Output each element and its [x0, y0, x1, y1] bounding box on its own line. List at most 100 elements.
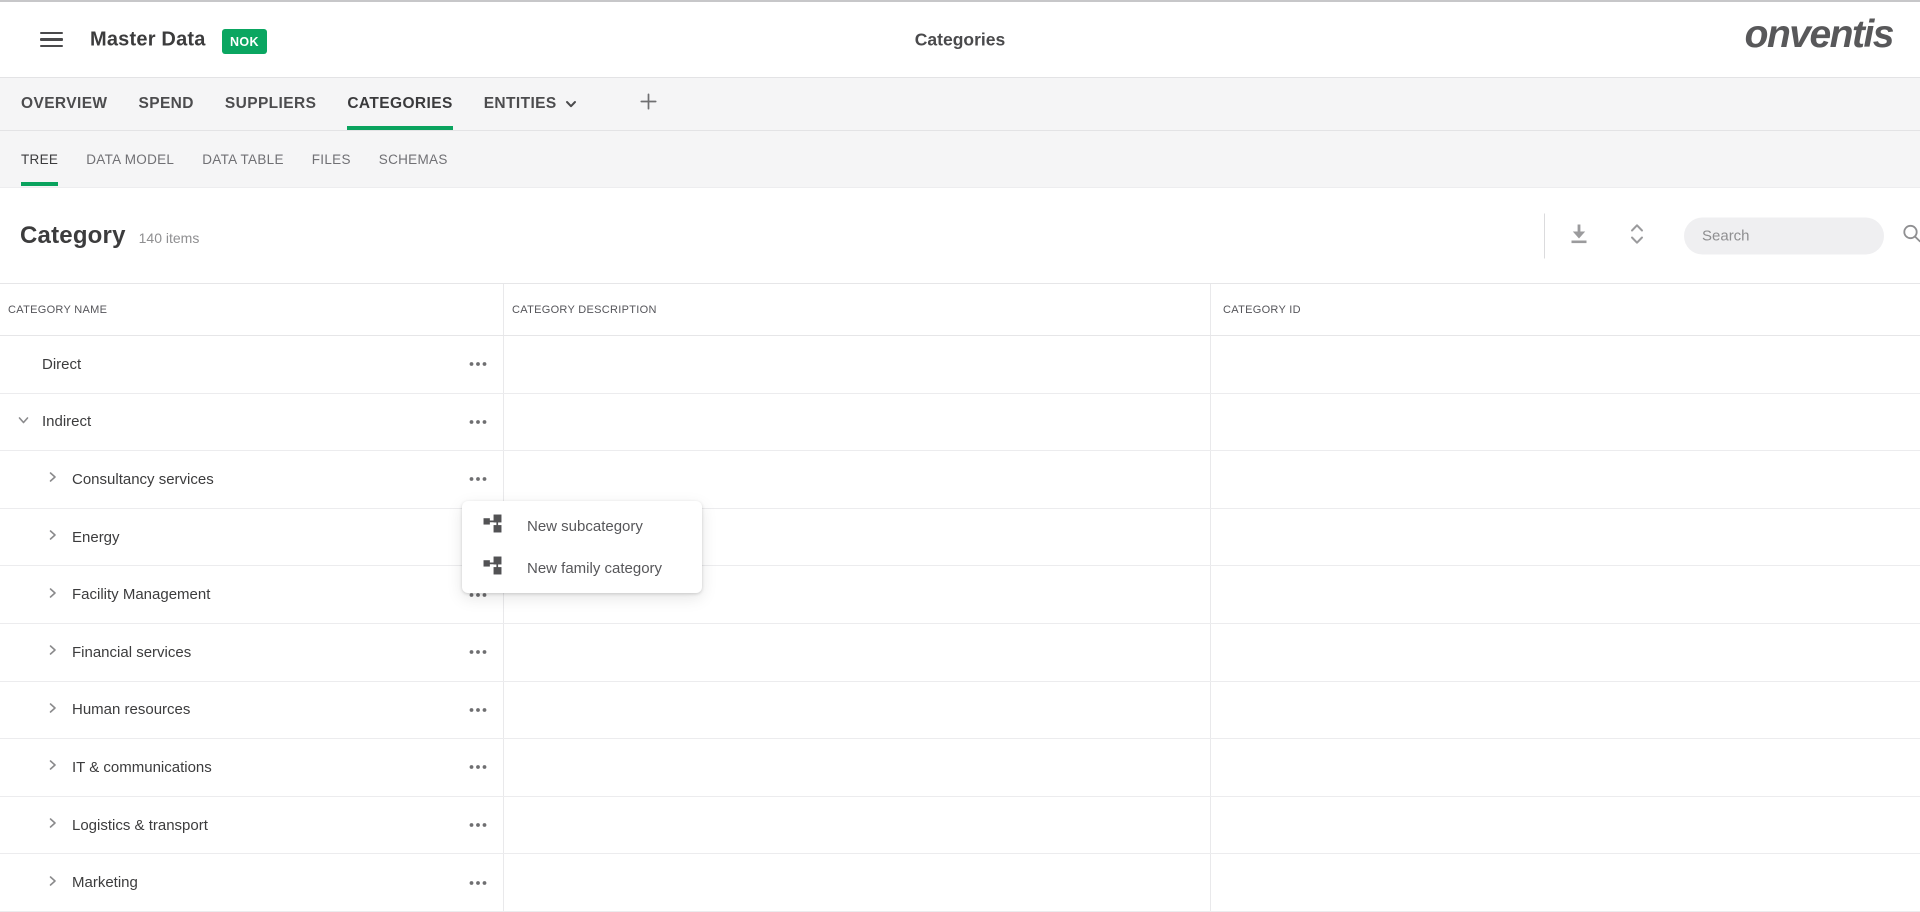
tab-spend[interactable]: SPEND [138, 78, 193, 130]
chevron-right-icon [45, 700, 60, 719]
tab-overview[interactable]: OVERVIEW [21, 78, 107, 130]
secondary-tab-bar: TREE DATA MODEL DATA TABLE FILES SCHEMAS [0, 131, 1920, 188]
table-row[interactable]: Human resources [0, 682, 1920, 740]
expand-row-button[interactable] [45, 585, 60, 604]
category-name[interactable]: Human resources [0, 701, 190, 718]
row-actions-button[interactable] [467, 761, 489, 774]
category-description-cell [503, 451, 1210, 508]
chevron-right-icon [45, 470, 60, 489]
subtab-schemas[interactable]: SCHEMAS [379, 131, 448, 187]
chevron-right-icon [45, 816, 60, 835]
category-id-cell [1210, 451, 1920, 508]
search-box[interactable] [1684, 218, 1884, 255]
row-actions-button[interactable] [467, 876, 489, 889]
table-row[interactable]: Consultancy services [0, 451, 1920, 509]
chevron-down-icon [564, 97, 578, 111]
subtab-tree[interactable]: TREE [21, 131, 58, 187]
primary-tab-bar: OVERVIEW SPEND SUPPLIERS CATEGORIES ENTI… [0, 77, 1920, 131]
row-actions-button[interactable] [467, 646, 489, 659]
category-id-cell [1210, 682, 1920, 739]
category-name[interactable]: Indirect [0, 413, 91, 430]
category-description-cell [503, 624, 1210, 681]
family-category-hierarchy-icon [483, 556, 527, 580]
table-header: CATEGORY NAME CATEGORY DESCRIPTION CATEG… [0, 283, 1920, 336]
column-header-category-id: CATEGORY ID [1210, 284, 1920, 335]
expand-row-button[interactable] [45, 816, 60, 835]
chevron-right-icon [45, 643, 60, 662]
expand-row-button[interactable] [45, 528, 60, 547]
search-icon[interactable] [1901, 223, 1920, 250]
subtab-data-table[interactable]: DATA TABLE [202, 131, 284, 187]
expand-row-button[interactable] [45, 873, 60, 892]
page-title: Categories [915, 29, 1005, 50]
subcategory-hierarchy-icon [483, 514, 527, 538]
export-button[interactable] [1566, 222, 1592, 251]
toolbar-divider [1544, 214, 1545, 259]
row-actions-button[interactable] [467, 358, 489, 371]
row-actions-button[interactable] [467, 819, 489, 832]
table-row[interactable]: Financial services [0, 624, 1920, 682]
category-id-cell [1210, 566, 1920, 623]
row-actions-button[interactable] [467, 415, 489, 428]
table-row[interactable]: Marketing [0, 854, 1920, 912]
search-input[interactable] [1702, 228, 1901, 245]
top-bar: Master Data NOK Categories onventis [0, 2, 1920, 77]
menu-item-label: New subcategory [527, 518, 643, 535]
category-name[interactable]: Logistics & transport [0, 817, 208, 834]
row-context-menu: New subcategory New family category [462, 501, 702, 593]
download-icon [1567, 222, 1591, 251]
expand-row-button[interactable] [45, 643, 60, 662]
category-name[interactable]: Facility Management [0, 586, 210, 603]
menu-item-new-family-category[interactable]: New family category [462, 547, 702, 589]
row-actions-button[interactable] [467, 703, 489, 716]
expand-row-button[interactable] [45, 700, 60, 719]
subtab-data-model[interactable]: DATA MODEL [86, 131, 174, 187]
section-heading: Category [20, 222, 126, 250]
up-down-chevrons-icon [1626, 221, 1648, 251]
category-id-cell [1210, 394, 1920, 451]
category-id-cell [1210, 854, 1920, 911]
table-row[interactable]: Logistics & transport [0, 797, 1920, 855]
table-row[interactable]: Indirect [0, 394, 1920, 452]
category-description-cell [503, 739, 1210, 796]
category-name[interactable]: Direct [0, 356, 81, 373]
tab-suppliers[interactable]: SUPPLIERS [225, 78, 316, 130]
tab-categories[interactable]: CATEGORIES [347, 78, 452, 130]
menu-item-new-subcategory[interactable]: New subcategory [462, 505, 702, 547]
table-row[interactable]: IT & communications [0, 739, 1920, 797]
add-tab-button[interactable] [637, 78, 660, 130]
table-row[interactable]: Energy [0, 509, 1920, 567]
status-badge: NOK [222, 29, 267, 54]
chevron-right-icon [45, 873, 60, 892]
category-description-cell [503, 336, 1210, 393]
table-row[interactable]: Direct [0, 336, 1920, 394]
app-title: Master Data [90, 28, 206, 51]
category-name[interactable]: IT & communications [0, 759, 212, 776]
chevron-right-icon [45, 528, 60, 547]
table-row[interactable]: Facility Management [0, 566, 1920, 624]
expand-row-button[interactable] [45, 470, 60, 489]
tab-entities[interactable]: ENTITIES [484, 78, 578, 130]
hamburger-menu-icon[interactable] [40, 32, 63, 47]
category-id-cell [1210, 739, 1920, 796]
category-id-cell [1210, 624, 1920, 681]
row-actions-button[interactable] [467, 473, 489, 486]
category-id-cell [1210, 797, 1920, 854]
category-tree-table: Direct Indirect [0, 336, 1920, 912]
chevron-right-icon [45, 585, 60, 604]
column-header-category-name: CATEGORY NAME [0, 284, 503, 335]
category-description-cell [503, 797, 1210, 854]
list-toolbar: Category 140 items [0, 189, 1920, 283]
expand-row-button[interactable] [45, 758, 60, 777]
category-name[interactable]: Consultancy services [0, 471, 214, 488]
expand-collapse-button[interactable] [1624, 221, 1650, 251]
category-id-cell [1210, 336, 1920, 393]
collapse-row-button[interactable] [16, 412, 31, 431]
category-description-cell [503, 854, 1210, 911]
column-header-category-description: CATEGORY DESCRIPTION [503, 284, 1210, 335]
category-description-cell [503, 394, 1210, 451]
category-id-cell [1210, 509, 1920, 566]
category-name[interactable]: Financial services [0, 644, 191, 661]
category-name[interactable]: Marketing [0, 874, 138, 891]
subtab-files[interactable]: FILES [312, 131, 351, 187]
